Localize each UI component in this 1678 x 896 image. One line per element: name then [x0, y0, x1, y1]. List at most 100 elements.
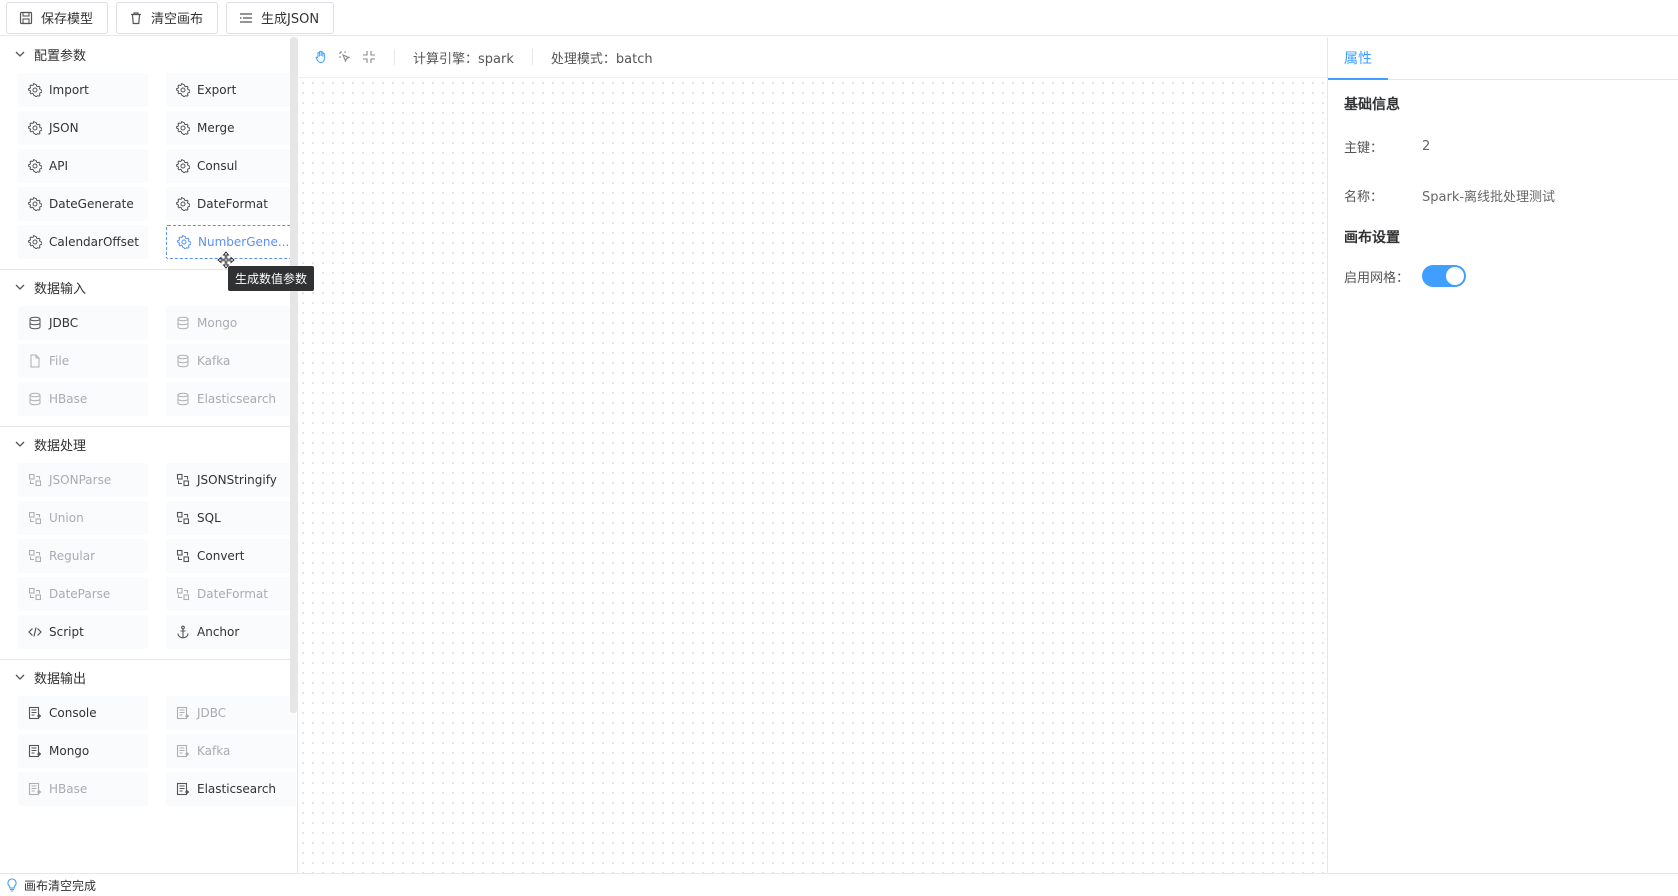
component-label: Mongo	[197, 316, 238, 330]
component-item[interactable]: Kafka	[166, 344, 296, 378]
component-item[interactable]: Import	[18, 73, 148, 107]
engine-label: 计算引擎：spark	[413, 51, 514, 67]
component-item[interactable]: DateFormat	[166, 187, 296, 221]
transform-icon	[28, 511, 42, 525]
group-header[interactable]: 数据输出	[0, 660, 297, 694]
list-icon	[240, 12, 253, 23]
drawing-canvas[interactable]	[298, 78, 1327, 873]
component-item[interactable]: API	[18, 149, 148, 183]
component-item[interactable]: Mongo	[166, 306, 296, 340]
component-label: Import	[49, 83, 89, 97]
component-label: DateParse	[49, 587, 111, 601]
component-item[interactable]: CalendarOffset	[18, 225, 148, 259]
generate-json-label: 生成JSON	[261, 12, 320, 27]
component-label: JSONStringify	[197, 473, 277, 487]
component-label: JSONParse	[49, 473, 112, 487]
component-item[interactable]: Anchor	[166, 615, 296, 649]
clear-canvas-label: 清空画布	[151, 12, 204, 27]
output-icon	[28, 744, 42, 758]
transform-icon	[176, 473, 190, 487]
gear-icon	[28, 235, 42, 249]
name-value: Spark-离线批处理测试	[1422, 190, 1556, 205]
gear-icon	[176, 197, 190, 211]
lightbulb-icon	[7, 878, 17, 892]
component-item[interactable]: Elasticsearch	[166, 382, 296, 416]
group-header[interactable]: 配置参数	[0, 37, 297, 71]
component-item[interactable]: JSON	[18, 111, 148, 145]
output-icon	[28, 782, 42, 796]
group-header[interactable]: 数据处理	[0, 427, 297, 461]
file-icon	[28, 354, 42, 368]
component-item[interactable]: Console	[18, 696, 148, 730]
code-icon	[28, 625, 42, 639]
tab-properties[interactable]: 属性	[1328, 37, 1388, 80]
group-title: 数据输入	[34, 281, 87, 297]
component-label: Mongo	[49, 744, 90, 758]
component-item[interactable]: HBase	[18, 382, 148, 416]
key-value: 2	[1422, 139, 1431, 154]
component-item[interactable]: Merge	[166, 111, 296, 145]
database-icon	[176, 354, 190, 368]
gear-icon	[28, 83, 42, 97]
component-item[interactable]: Consul	[166, 149, 296, 183]
generate-json-button[interactable]: 生成JSON	[226, 1, 335, 34]
anchor-icon	[176, 625, 190, 639]
group-items: JSONParse JSONStringify Union SQL Regular Con…	[0, 461, 297, 651]
hand-icon[interactable]	[314, 50, 328, 64]
name-label: 名称：	[1344, 190, 1384, 205]
component-label: DateGenerate	[49, 197, 134, 211]
component-label: DateFormat	[197, 197, 268, 211]
component-item[interactable]: Regular	[18, 539, 148, 573]
mode-label: 处理模式：batch	[550, 51, 653, 67]
clear-canvas-button[interactable]: 清空画布	[116, 1, 219, 34]
component-item[interactable]: Convert	[166, 539, 296, 573]
toolbar-divider	[394, 49, 395, 65]
status-message: 画布清空完成	[24, 878, 97, 893]
component-item[interactable]: Kafka	[166, 734, 296, 768]
grid-row: 启用网格：	[1328, 265, 1678, 287]
component-item[interactable]: DateGenerate	[18, 187, 148, 221]
group-title: 数据输出	[34, 671, 87, 687]
component-label: HBase	[49, 782, 88, 796]
database-icon	[28, 392, 42, 406]
grid-toggle[interactable]	[1422, 265, 1466, 287]
component-label: JSON	[49, 121, 79, 135]
left-scrollbar[interactable]	[290, 37, 297, 713]
component-item[interactable]: JSONStringify	[166, 463, 296, 497]
component-label: Anchor	[197, 625, 240, 639]
chevron-down-icon	[15, 51, 25, 57]
component-item[interactable]: DateFormat	[166, 577, 296, 611]
output-icon	[176, 744, 190, 758]
save-model-button[interactable]: 保存模型	[6, 1, 109, 34]
component-label: Elasticsearch	[197, 782, 277, 796]
canvas-toolbar: 计算引擎：spark 处理模式：batch	[298, 37, 1327, 78]
group-title: 配置参数	[34, 48, 87, 64]
gear-icon	[28, 121, 42, 135]
component-item[interactable]: SQL	[166, 501, 296, 535]
save-model-label: 保存模型	[41, 12, 94, 27]
chevron-down-icon	[15, 441, 25, 447]
component-label: JDBC	[49, 316, 79, 330]
component-item[interactable]: Mongo	[18, 734, 148, 768]
component-groups: 配置参数 Import Export JSON Merge API Consul DateGe…	[0, 37, 297, 808]
component-label: File	[49, 354, 70, 368]
select-icon[interactable]	[338, 50, 352, 64]
group-items: Console JDBC Mongo Kafka HBase Elasticsearch	[0, 694, 297, 808]
toolbar-divider	[531, 49, 533, 65]
component-item[interactable]: HBase	[18, 772, 148, 806]
component-item[interactable]: JDBC	[18, 306, 148, 340]
gear-icon	[177, 235, 191, 249]
component-item[interactable]: JSONParse	[18, 463, 148, 497]
component-item[interactable]: Export	[166, 73, 296, 107]
component-label: Merge	[197, 121, 235, 135]
component-label: Console	[49, 706, 97, 720]
component-item[interactable]: Script	[18, 615, 148, 649]
save-icon	[19, 11, 33, 24]
fit-icon[interactable]	[362, 50, 376, 64]
component-item[interactable]: JDBC	[166, 696, 296, 730]
component-item[interactable]: Elasticsearch	[166, 772, 296, 806]
component-item[interactable]: DateParse	[18, 577, 148, 611]
group-items: JDBC Mongo File Kafka HBase Elasticsearch	[0, 304, 297, 418]
component-item[interactable]: Union	[18, 501, 148, 535]
component-item[interactable]: File	[18, 344, 148, 378]
